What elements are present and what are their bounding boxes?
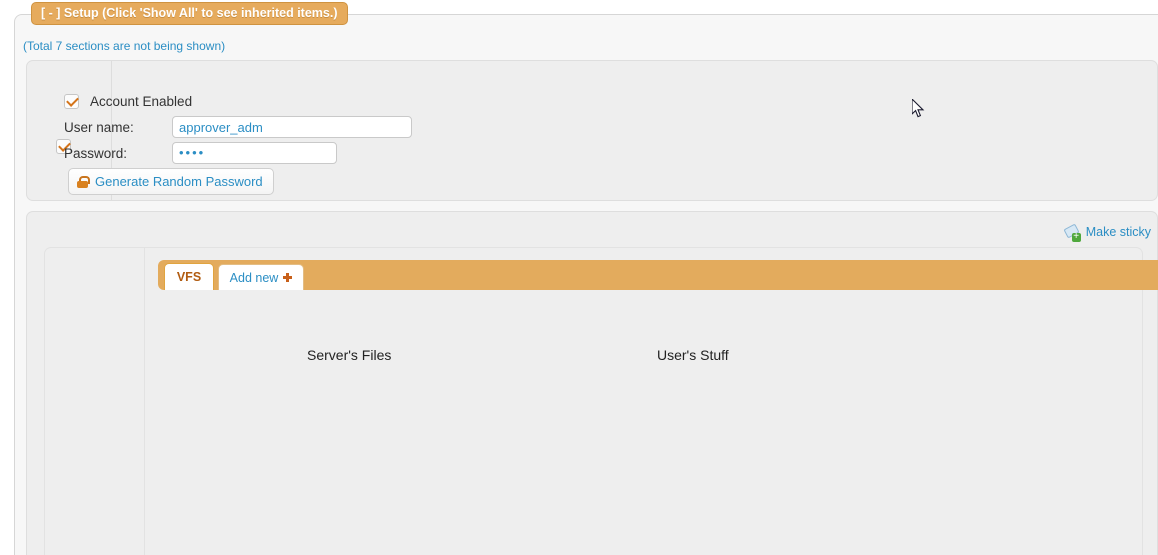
username-input[interactable] (172, 116, 412, 138)
tab-add-new-label: Add new (229, 270, 279, 285)
setup-legend[interactable]: [ - ] Setup (Click 'Show All' to see inh… (31, 2, 348, 25)
vfs-inner-panel: VFS Add new Server's Files User's Stuff … (44, 247, 1158, 555)
account-enabled-row[interactable]: Account Enabled (64, 94, 192, 109)
password-label: Password: (64, 146, 128, 161)
account-panel: Account Enabled User name: Password: •••… (26, 60, 1158, 201)
account-enabled-label: Account Enabled (90, 94, 193, 109)
password-input[interactable]: •••• (172, 142, 337, 164)
tab-add-new[interactable]: Add new (218, 264, 304, 290)
tab-vfs-label: VFS (176, 270, 202, 284)
username-label: User name: (64, 120, 134, 135)
users-stuff-title: User's Stuff (657, 347, 729, 363)
servers-files-title: Server's Files (307, 347, 392, 363)
plus-icon (283, 273, 293, 282)
make-sticky-label: Make sticky (1085, 225, 1151, 239)
account-enabled-checkbox[interactable] (64, 94, 79, 109)
tab-vfs[interactable]: VFS (164, 263, 214, 290)
tag-icon (1064, 225, 1081, 242)
generate-random-password-label: Generate Random Password (95, 174, 263, 189)
generate-random-password-button[interactable]: Generate Random Password (68, 168, 274, 195)
vfs-panel: Make sticky VFS Add new Server's Files U… (26, 211, 1158, 555)
make-sticky-button[interactable]: Make sticky (1064, 225, 1151, 242)
vfs-vertical-divider (144, 248, 145, 555)
vfs-tabbar: VFS Add new (158, 260, 1158, 290)
lock-icon (77, 175, 90, 188)
mouse-cursor (912, 99, 925, 118)
hidden-sections-note: (Total 7 sections are not being shown) (23, 39, 226, 53)
setup-fieldset: [ - ] Setup (Click 'Show All' to see inh… (14, 2, 1158, 555)
page-root: [ - ] Setup (Click 'Show All' to see inh… (0, 0, 1158, 555)
